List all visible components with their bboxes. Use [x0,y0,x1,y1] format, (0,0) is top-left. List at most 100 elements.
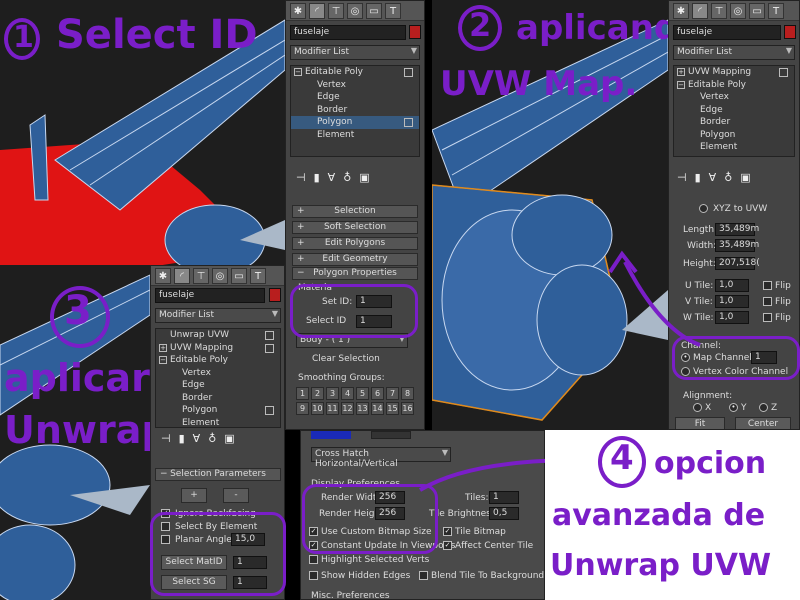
width-spinner[interactable]: 35,489m [715,239,759,252]
object-name-field[interactable]: fuselaje [155,288,265,303]
stack-item-element[interactable]: Element [291,129,419,142]
object-name-field[interactable]: fuselaje [290,25,406,40]
smoothing-group-button[interactable]: 11 [326,402,339,415]
stack-item-polygon[interactable]: Polygon [156,404,280,417]
remove-modifier-icon[interactable]: ♁ [343,171,351,184]
modify-icon[interactable]: ◜ [309,3,325,19]
rollout-selection[interactable]: + Selection [292,205,418,218]
smoothing-group-button[interactable]: 8 [401,387,414,400]
object-name-field[interactable]: fuselaje [673,25,781,40]
remove-modifier-icon[interactable]: ♁ [724,171,732,184]
stack-toggle-box[interactable] [265,331,274,340]
smoothing-group-button[interactable]: 9 [296,402,309,415]
w-tile-spinner[interactable]: 1,0 [715,311,749,324]
smoothing-group-button[interactable]: 4 [341,387,354,400]
smoothing-group-button[interactable]: 16 [401,402,414,415]
align-z-radio[interactable] [759,403,768,412]
pin-stack-icon[interactable]: ⊣ [161,432,171,445]
pin-stack-icon[interactable]: ⊣ [296,171,306,184]
expand-icon[interactable]: + [677,68,685,76]
stack-item-border[interactable]: Border [291,104,419,117]
remove-modifier-icon[interactable]: ♁ [208,432,216,445]
u-tile-spinner[interactable]: 1,0 [715,279,749,292]
create-icon[interactable]: ✱ [155,268,171,284]
stack-item-border[interactable]: Border [674,116,794,129]
make-unique-icon[interactable]: ∀ [709,171,717,184]
stack-toggle-box[interactable] [404,118,413,127]
pin-stack-icon[interactable]: ⊣ [677,171,687,184]
stack-item-vertex[interactable]: Vertex [674,91,794,104]
configure-sets-icon[interactable]: ▣ [359,171,369,184]
fit-button[interactable]: Fit [675,417,725,429]
show-hidden-edges-checkbox[interactable] [309,571,318,580]
stack-item-editable-poly[interactable]: − Editable Poly [291,66,419,79]
display-icon[interactable]: ▭ [366,3,382,19]
stack-item-editable-poly[interactable]: − Editable Poly [156,354,280,367]
tile-brightness-spinner[interactable]: 0,5 [489,507,519,520]
tile-bitmap-checkbox[interactable]: ✓ [443,527,452,536]
stack-toggle-box[interactable] [265,343,274,353]
v-tile-spinner[interactable]: 1,0 [715,295,749,308]
modifier-list-dropdown[interactable]: Modifier List ▼ [290,45,420,60]
smoothing-group-button[interactable]: 7 [386,387,399,400]
stack-item-edge[interactable]: Edge [674,104,794,117]
modifier-stack[interactable]: + UVW Mapping − Editable Poly Vertex Edge … [673,65,795,157]
stack-item-element[interactable]: Element [156,417,280,430]
smoothing-group-button[interactable]: 14 [371,402,384,415]
smoothing-group-button[interactable]: 6 [371,387,384,400]
expand-icon[interactable]: + [159,343,167,352]
stack-item-element[interactable]: Element [674,141,794,154]
collapse-icon[interactable]: − [159,356,167,364]
color-swatch-blue[interactable] [311,431,351,439]
modify-icon[interactable]: ◜ [692,3,708,19]
motion-icon[interactable]: ◎ [347,3,363,19]
stack-item-border[interactable]: Border [156,392,280,405]
hierarchy-icon[interactable]: ⊤ [711,3,727,19]
grow-selection-button[interactable]: + [181,488,207,503]
utilities-icon[interactable]: T [385,3,401,19]
stack-toggle-box[interactable] [404,68,413,77]
rollout-edit-geometry[interactable]: + Edit Geometry [292,253,418,266]
display-icon[interactable]: ▭ [231,268,247,284]
modifier-stack[interactable]: − Editable Poly Vertex Edge Border Polygo… [290,65,420,157]
smoothing-group-button[interactable]: 3 [326,387,339,400]
highlight-selected-verts-checkbox[interactable] [309,555,318,564]
align-x-radio[interactable] [693,403,702,412]
color-swatch-dark[interactable] [371,431,411,439]
hierarchy-icon[interactable]: ⊤ [193,268,209,284]
object-color-swatch[interactable] [269,288,281,302]
smoothing-group-button[interactable]: 12 [341,402,354,415]
xyz-to-uvw-radio[interactable] [699,204,708,213]
stack-item-polygon[interactable]: Polygon [674,129,794,142]
create-icon[interactable]: ✱ [290,3,306,19]
motion-icon[interactable]: ◎ [730,3,746,19]
v-flip-checkbox[interactable] [763,297,772,306]
length-spinner[interactable]: 35,489m [715,223,759,236]
align-y-radio[interactable]: • [729,403,738,412]
collapse-icon[interactable]: − [294,68,302,76]
make-unique-icon[interactable]: ∀ [193,432,201,445]
smoothing-group-button[interactable]: 1 [296,387,309,400]
stack-item-vertex[interactable]: Vertex [291,79,419,92]
stack-item-editable-poly[interactable]: − Editable Poly [674,79,794,92]
utilities-icon[interactable]: T [250,268,266,284]
show-end-result-icon[interactable]: ▮ [179,432,185,445]
stack-toggle-box[interactable] [779,68,788,77]
blend-tile-checkbox[interactable] [419,571,428,580]
configure-sets-icon[interactable]: ▣ [740,171,750,184]
rollout-selection-parameters[interactable]: − Selection Parameters [155,468,281,481]
make-unique-icon[interactable]: ∀ [328,171,336,184]
stack-item-unwrap-uvw[interactable]: Unwrap UVW [156,329,280,342]
u-flip-checkbox[interactable] [763,281,772,290]
center-button[interactable]: Center [735,417,791,429]
height-spinner[interactable]: 207,518( [715,257,760,270]
stack-item-edge[interactable]: Edge [156,379,280,392]
clear-selection-checkbox[interactable]: Clear Selection [312,354,380,364]
rollout-edit-polygons[interactable]: + Edit Polygons [292,237,418,250]
object-color-swatch[interactable] [409,25,421,39]
smoothing-group-button[interactable]: 5 [356,387,369,400]
motion-icon[interactable]: ◎ [212,268,228,284]
rollout-soft-selection[interactable]: + Soft Selection [292,221,418,234]
smoothing-group-button[interactable]: 15 [386,402,399,415]
show-end-result-icon[interactable]: ▮ [695,171,701,184]
